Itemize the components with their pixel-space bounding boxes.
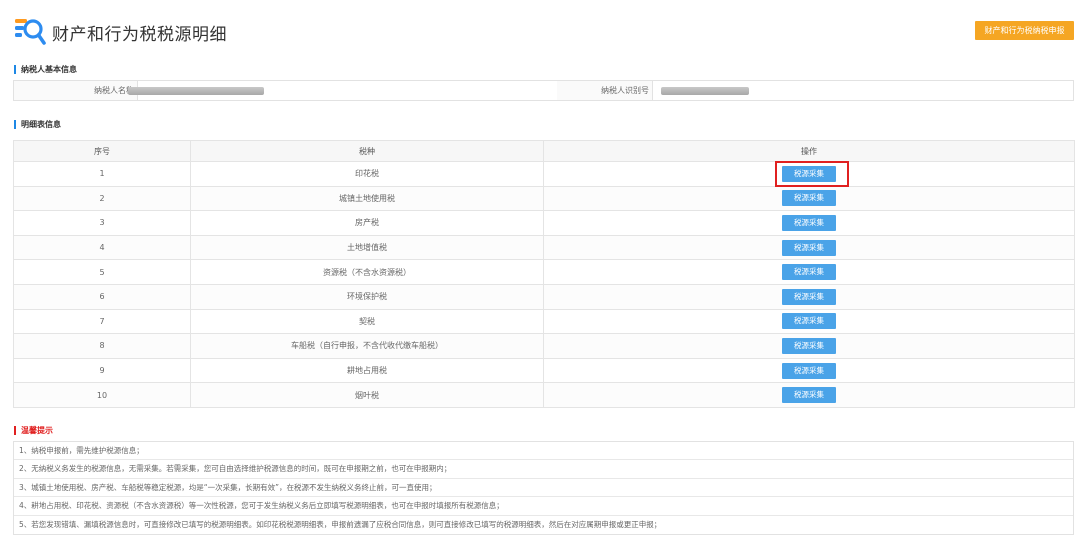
taxpayer-name-label: 纳税人名称 bbox=[94, 86, 134, 95]
table-row: 10 烟叶税 税源采集 bbox=[13, 382, 1075, 408]
row-tax: 房产税 bbox=[190, 210, 544, 236]
collect-button[interactable]: 税源采集 bbox=[782, 165, 836, 182]
table-row: 5 资源税（不含水资源税） 税源采集 bbox=[13, 259, 1075, 285]
table-header-row: 序号 税种 操作 bbox=[13, 140, 1075, 162]
row-action: 税源采集 bbox=[543, 185, 1075, 212]
row-no: 8 bbox=[13, 333, 191, 359]
row-action: 税源采集 bbox=[543, 333, 1075, 359]
table-row: 6 环境保护税 税源采集 bbox=[13, 283, 1075, 310]
collect-button[interactable]: 税源采集 bbox=[782, 387, 836, 404]
row-tax: 契税 bbox=[190, 308, 544, 335]
column-header-action: 操作 bbox=[543, 140, 1075, 162]
table-row: 8 车船税（自行申报，不含代收代缴车船税） 税源采集 bbox=[13, 333, 1075, 359]
row-action: 税源采集 bbox=[543, 259, 1075, 285]
taxpayer-id-label: 纳税人识别号 bbox=[601, 86, 649, 95]
tips-list: 1、纳税申报前，需先维护税源信息； 2、无纳税义务发生的税源信息，无需采集。若需… bbox=[13, 441, 1074, 535]
row-action: 税源采集 bbox=[543, 382, 1075, 408]
collect-button[interactable]: 税源采集 bbox=[782, 313, 836, 330]
detail-table: 序号 税种 操作 1 印花税 税源采集 2 城镇土地使用税 税源采集 3 房产税… bbox=[13, 140, 1075, 408]
page-header: 财产和行为税税源明细 财产和行为税纳税申报 bbox=[0, 0, 1080, 60]
page-title: 财产和行为税税源明细 bbox=[52, 25, 227, 45]
row-action: 税源采集 bbox=[543, 210, 1075, 236]
table-row: 1 印花税 税源采集 bbox=[13, 161, 1075, 187]
row-tax: 城镇土地使用税 bbox=[190, 185, 544, 212]
collect-button[interactable]: 税源采集 bbox=[782, 337, 836, 354]
row-tax: 印花税 bbox=[190, 161, 544, 187]
row-no: 4 bbox=[13, 234, 191, 261]
row-action: 税源采集 bbox=[543, 357, 1075, 384]
redacted-mask bbox=[128, 87, 264, 95]
row-action: 税源采集 bbox=[543, 161, 1075, 187]
row-no: 1 bbox=[13, 161, 191, 187]
tip-item: 1、纳税申报前，需先维护税源信息； bbox=[14, 442, 1073, 461]
row-no: 10 bbox=[13, 382, 191, 408]
table-row: 9 耕地占用税 税源采集 bbox=[13, 357, 1075, 384]
table-row: 4 土地增值税 税源采集 bbox=[13, 234, 1075, 261]
row-no: 6 bbox=[13, 283, 191, 310]
collect-button[interactable]: 税源采集 bbox=[782, 214, 836, 231]
column-header-tax: 税种 bbox=[190, 140, 544, 162]
row-no: 9 bbox=[13, 357, 191, 384]
basic-info-box: 纳税人名称 纳税人识别号 bbox=[13, 80, 1074, 101]
row-tax: 耕地占用税 bbox=[190, 357, 544, 384]
row-tax: 土地增值税 bbox=[190, 234, 544, 261]
tip-item: 2、无纳税义务发生的税源信息，无需采集。若需采集，您可自由选择维护税源信息的时间… bbox=[14, 460, 1073, 479]
collect-button[interactable]: 税源采集 bbox=[782, 288, 836, 305]
row-action: 税源采集 bbox=[543, 283, 1075, 310]
collect-button[interactable]: 税源采集 bbox=[782, 264, 836, 281]
row-tax: 车船税（自行申报，不含代收代缴车船税） bbox=[190, 333, 544, 359]
detail-section-title: 明细表信息 bbox=[14, 120, 61, 129]
table-row: 2 城镇土地使用税 税源采集 bbox=[13, 185, 1075, 212]
tip-item: 4、耕地占用税、印花税、资源税（不含水资源税）等一次性税源，您可于发生纳税义务后… bbox=[14, 497, 1073, 516]
collect-button[interactable]: 税源采集 bbox=[782, 190, 836, 207]
row-tax: 烟叶税 bbox=[190, 382, 544, 408]
collect-button[interactable]: 税源采集 bbox=[782, 362, 836, 379]
declare-button[interactable]: 财产和行为税纳税申报 bbox=[975, 21, 1074, 40]
table-row: 7 契税 税源采集 bbox=[13, 308, 1075, 335]
row-tax: 环境保护税 bbox=[190, 283, 544, 310]
redacted-mask bbox=[661, 87, 749, 95]
row-no: 5 bbox=[13, 259, 191, 285]
row-tax: 资源税（不含水资源税） bbox=[190, 259, 544, 285]
basic-info-section-title: 纳税人基本信息 bbox=[14, 65, 77, 74]
table-row: 3 房产税 税源采集 bbox=[13, 210, 1075, 236]
collect-button[interactable]: 税源采集 bbox=[782, 239, 836, 256]
row-no: 2 bbox=[13, 185, 191, 212]
tips-section-title: 温馨提示 bbox=[14, 426, 53, 435]
tip-item: 5、若您发现错填、漏填税源信息时，可直接修改已填写的税源明细表。如印花税税源明细… bbox=[19, 519, 662, 529]
tip-item: 3、城镇土地使用税、房产税、车船税等稳定税源，均是“一次采集，长期有效”，在税源… bbox=[14, 479, 1073, 498]
column-header-no: 序号 bbox=[13, 140, 191, 162]
taxpayer-id-value bbox=[652, 81, 1073, 100]
row-no: 3 bbox=[13, 210, 191, 236]
row-action: 税源采集 bbox=[543, 234, 1075, 261]
row-action: 税源采集 bbox=[543, 308, 1075, 335]
taxpayer-name-value bbox=[128, 81, 557, 100]
row-no: 7 bbox=[13, 308, 191, 335]
search-document-icon bbox=[15, 19, 46, 45]
